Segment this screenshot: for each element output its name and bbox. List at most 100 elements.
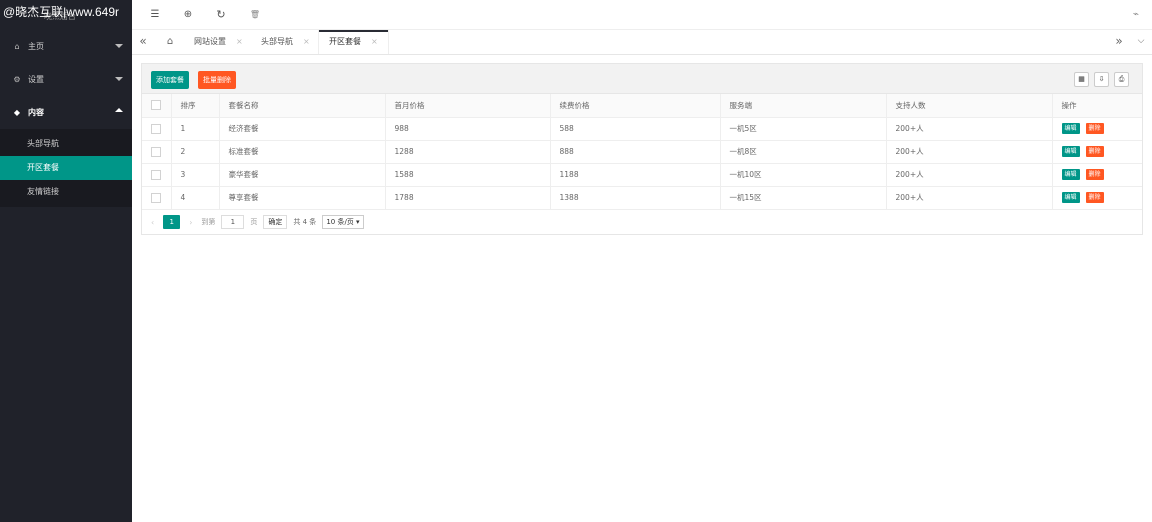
sidebar-item-friend-links[interactable]: 友情链接	[0, 180, 132, 204]
edit-button[interactable]: 编辑	[1061, 169, 1080, 180]
name-cell: 标准套餐	[219, 140, 386, 164]
sidebar: 晓杰后台 @晓杰互联|www.649r ⌂ 主页 ⚙ 设置 ◆ 内容 头部导航 …	[0, 0, 132, 522]
close-icon[interactable]: ×	[303, 37, 310, 46]
checkbox-cell	[142, 140, 172, 164]
tab-label: 开区套餐	[329, 37, 361, 46]
menu-toggle-icon[interactable]: ☰	[149, 9, 161, 21]
actions-cell: 编辑 删除	[1052, 140, 1142, 164]
tabs-scroll-right-icon[interactable]: »	[1108, 30, 1130, 54]
home-tab-icon[interactable]: ⌂	[159, 30, 181, 54]
delete-button[interactable]: 删除	[1085, 192, 1104, 203]
current-page[interactable]: 1	[163, 215, 181, 229]
nav-group-label: 主页	[28, 42, 44, 51]
first-price-cell: 1288	[385, 140, 551, 164]
nav-group-content[interactable]: ◆ 内容	[0, 96, 132, 129]
home-icon: ⌂	[14, 42, 20, 51]
name-cell: 尊享套餐	[219, 186, 386, 210]
package-table-panel: 添加套餐 批量删除 ▦ ⇩ ⎙ 排序 套餐名称 首月价格 续费价格 服务端 支持…	[141, 63, 1143, 235]
actions-cell: 编辑 删除	[1052, 186, 1142, 210]
main-content: 添加套餐 批量删除 ▦ ⇩ ⎙ 排序 套餐名称 首月价格 续费价格 服务端 支持…	[132, 55, 1152, 522]
select-all-checkbox[interactable]	[151, 100, 161, 111]
edit-button[interactable]: 编辑	[1061, 146, 1080, 157]
chevron-down-icon	[115, 77, 123, 81]
sidebar-item-header-nav[interactable]: 头部导航	[0, 132, 132, 156]
tabs-scroll-left-icon[interactable]: «	[132, 30, 154, 54]
batch-delete-button[interactable]: 批量删除	[198, 71, 236, 89]
table-row: 3 豪华套餐 1588 1188 一机10区 200+人 编辑 删除	[142, 163, 1142, 187]
users-cell: 200+人	[886, 163, 1053, 187]
column-header[interactable]: 套餐名称	[219, 94, 386, 118]
users-cell: 200+人	[886, 117, 1053, 141]
refresh-icon[interactable]: ↻	[215, 9, 227, 21]
watermark: @晓杰互联|www.649r	[3, 5, 119, 19]
sidebar-item-server-packages[interactable]: 开区套餐	[0, 156, 132, 180]
select-all-cell	[142, 94, 172, 118]
table-header-row: 排序 套餐名称 首月价格 续费价格 服务端 支持人数 操作	[142, 94, 1142, 118]
delete-button[interactable]: 删除	[1085, 146, 1104, 157]
page-input[interactable]: 1	[221, 215, 245, 229]
order-cell: 1	[171, 117, 220, 141]
column-header[interactable]: 续费价格	[550, 94, 721, 118]
delete-button[interactable]: 删除	[1085, 169, 1104, 180]
page-unit-label: 页	[250, 218, 258, 226]
total-count: 共 4 条	[293, 218, 317, 226]
table-row: 4 尊享套餐 1788 1388 一机15区 200+人 编辑 删除	[142, 186, 1142, 210]
checkbox-cell	[142, 163, 172, 187]
table-row: 1 经济套餐 988 588 一机5区 200+人 编辑 删除	[142, 117, 1142, 141]
order-cell: 4	[171, 186, 220, 210]
logo: 晓杰后台 @晓杰互联|www.649r	[0, 0, 132, 30]
checkbox-cell	[142, 117, 172, 141]
trash-icon[interactable]: 🗑	[249, 9, 261, 21]
column-header[interactable]: 支持人数	[886, 94, 1053, 118]
first-price-cell: 1788	[385, 186, 551, 210]
nav-group-label: 内容	[28, 108, 44, 117]
gear-icon: ⚙	[13, 75, 21, 84]
per-page-select[interactable]: 10 条/页 ▾	[322, 215, 364, 229]
tab-header-nav[interactable]: 头部导航 ×	[251, 30, 320, 54]
row-checkbox[interactable]	[151, 123, 161, 134]
close-icon[interactable]: ×	[236, 37, 243, 46]
server-cell: 一机8区	[720, 140, 887, 164]
row-checkbox[interactable]	[151, 169, 161, 180]
chevron-up-icon	[115, 108, 123, 112]
server-cell: 一机10区	[720, 163, 887, 187]
column-header[interactable]: 服务端	[720, 94, 887, 118]
submenu-content: 头部导航 开区套餐 友情链接	[0, 129, 132, 207]
close-icon[interactable]: ×	[371, 37, 378, 46]
actions-cell: 编辑 删除	[1052, 163, 1142, 187]
renew-price-cell: 588	[550, 117, 721, 141]
print-icon[interactable]: ⎙	[1114, 72, 1129, 87]
nav-group-settings[interactable]: ⚙ 设置	[0, 63, 132, 96]
tab-label: 网站设置	[194, 37, 226, 46]
prev-page-icon[interactable]: ‹	[151, 218, 154, 227]
tabs-bar: « ⌂ 网站设置 × 头部导航 × 开区套餐 × » ⌵	[132, 30, 1152, 55]
add-package-button[interactable]: 添加套餐	[151, 71, 189, 89]
column-header: 操作	[1052, 94, 1142, 118]
next-page-icon[interactable]: ›	[189, 218, 192, 227]
package-table: 排序 套餐名称 首月价格 续费价格 服务端 支持人数 操作 1 经济套餐 988…	[142, 94, 1142, 210]
theme-icon[interactable]: ⌁	[1130, 9, 1142, 21]
tab-site-settings[interactable]: 网站设置 ×	[184, 30, 253, 54]
delete-button[interactable]: 删除	[1085, 123, 1104, 134]
actions-cell: 编辑 删除	[1052, 117, 1142, 141]
export-icon[interactable]: ⇩	[1094, 72, 1109, 87]
column-header[interactable]: 首月价格	[385, 94, 551, 118]
tab-label: 头部导航	[261, 37, 293, 46]
table-toolbar: 添加套餐 批量删除 ▦ ⇩ ⎙	[142, 64, 1142, 94]
renew-price-cell: 1188	[550, 163, 721, 187]
chevron-down-icon[interactable]: ⌵	[1130, 30, 1152, 54]
users-cell: 200+人	[886, 186, 1053, 210]
column-header[interactable]: 排序	[171, 94, 220, 118]
first-price-cell: 1588	[385, 163, 551, 187]
users-cell: 200+人	[886, 140, 1053, 164]
edit-button[interactable]: 编辑	[1061, 123, 1080, 134]
nav-group-home[interactable]: ⌂ 主页	[0, 30, 132, 63]
row-checkbox[interactable]	[151, 192, 161, 203]
globe-icon[interactable]: ⊕	[182, 9, 194, 21]
confirm-page-button[interactable]: 确定	[263, 215, 288, 229]
tab-server-packages[interactable]: 开区套餐 ×	[318, 30, 389, 54]
checkbox-cell	[142, 186, 172, 210]
columns-icon[interactable]: ▦	[1074, 72, 1089, 87]
row-checkbox[interactable]	[151, 146, 161, 157]
edit-button[interactable]: 编辑	[1061, 192, 1080, 203]
